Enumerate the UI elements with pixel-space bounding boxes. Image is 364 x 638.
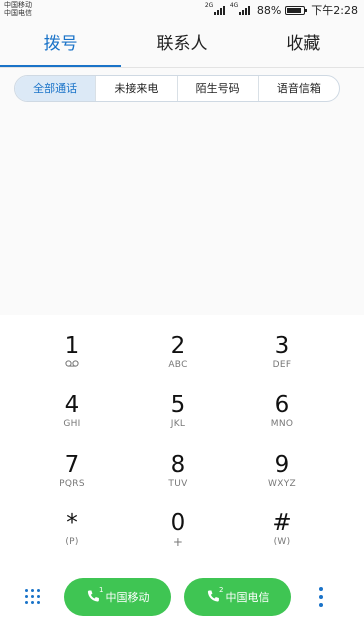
key-2[interactable]: 2 ABC bbox=[138, 332, 218, 371]
key-letters: DEF bbox=[272, 360, 292, 370]
key-digit: 4 bbox=[64, 392, 80, 418]
clock: 下午2:28 bbox=[311, 4, 358, 17]
signal-icon: 4G bbox=[230, 2, 250, 15]
key-letters: GHI bbox=[63, 419, 81, 429]
status-bar: 中国移动 中国电信 2G 4G 88% 下午2:28 bbox=[0, 0, 364, 20]
key-letters: PQRS bbox=[59, 479, 85, 489]
top-tabs: 拨号 联系人 收藏 bbox=[0, 22, 364, 66]
dialpad-grid-icon[interactable] bbox=[25, 589, 41, 605]
call-button-label: 中国电信 bbox=[225, 591, 270, 604]
battery-icon bbox=[285, 5, 308, 15]
phone-icon: 1 bbox=[86, 586, 104, 605]
divider bbox=[0, 67, 364, 68]
key-digit: 2 bbox=[170, 333, 186, 359]
key-3[interactable]: 3 DEF bbox=[242, 332, 322, 371]
dial-action-bar: 1 中国移动 2 中国电信 bbox=[0, 577, 364, 621]
key-digit: # bbox=[272, 510, 292, 536]
key-7[interactable]: 7 PQRS bbox=[32, 451, 112, 490]
more-vert-icon[interactable] bbox=[318, 587, 324, 609]
key-5[interactable]: 5 JKL bbox=[138, 391, 218, 430]
call-button-sim1[interactable]: 1 中国移动 bbox=[64, 578, 171, 616]
filter-voicemail[interactable]: 语音信箱 bbox=[257, 76, 339, 101]
key-9[interactable]: 9 WXYZ bbox=[242, 451, 322, 490]
key-digit: 3 bbox=[274, 333, 290, 359]
voicemail-icon bbox=[65, 360, 79, 367]
key-star[interactable]: * (P) bbox=[32, 509, 112, 548]
key-digit: * bbox=[66, 510, 78, 536]
key-letters: TUV bbox=[168, 479, 188, 489]
call-log-list bbox=[0, 110, 364, 315]
key-letters: JKL bbox=[170, 419, 186, 429]
carrier-2: 中国电信 bbox=[4, 9, 32, 17]
key-6[interactable]: 6 MNO bbox=[242, 391, 322, 430]
key-digit: 5 bbox=[170, 392, 186, 418]
key-letters: (P) bbox=[65, 537, 79, 547]
carrier-1: 中国移动 bbox=[4, 1, 32, 9]
tab-contacts[interactable]: 联系人 bbox=[121, 22, 242, 66]
filter-missed-calls[interactable]: 未接来电 bbox=[95, 76, 176, 101]
battery-percent: 88% bbox=[256, 3, 282, 17]
key-digit: 8 bbox=[170, 452, 186, 478]
key-letters: + bbox=[172, 535, 184, 549]
status-icons: 2G 4G 88% 下午2:28 bbox=[205, 2, 358, 17]
key-hash[interactable]: # (W) bbox=[242, 509, 322, 548]
key-letters: WXYZ bbox=[268, 479, 296, 489]
key-8[interactable]: 8 TUV bbox=[138, 451, 218, 490]
key-digit: 7 bbox=[64, 452, 80, 478]
key-4[interactable]: 4 GHI bbox=[32, 391, 112, 430]
key-letters: (W) bbox=[273, 537, 291, 547]
phone-icon: 2 bbox=[206, 586, 224, 605]
tab-favorites[interactable]: 收藏 bbox=[243, 22, 364, 66]
filter-unknown-numbers[interactable]: 陌生号码 bbox=[176, 76, 258, 101]
key-0[interactable]: 0 + bbox=[138, 509, 218, 548]
sim-index: 1 bbox=[99, 586, 104, 594]
key-letters: ABC bbox=[168, 360, 188, 370]
call-button-sim2[interactable]: 2 中国电信 bbox=[184, 578, 291, 616]
call-button-label: 中国移动 bbox=[105, 591, 150, 604]
filter-all-calls[interactable]: 全部通话 bbox=[15, 76, 96, 101]
key-digit: 0 bbox=[170, 510, 186, 536]
tab-dial[interactable]: 拨号 bbox=[0, 22, 121, 66]
key-digit: 6 bbox=[274, 392, 290, 418]
signal-icon: 2G bbox=[205, 2, 225, 15]
sim-index: 2 bbox=[219, 586, 224, 594]
key-1[interactable]: 1 bbox=[32, 332, 112, 371]
key-digit: 9 bbox=[274, 452, 290, 478]
key-letters: MNO bbox=[270, 419, 294, 429]
carrier-names: 中国移动 中国电信 bbox=[4, 1, 32, 17]
call-filter-segmented: 全部通话 未接来电 陌生号码 语音信箱 bbox=[14, 75, 340, 102]
key-digit: 1 bbox=[64, 333, 80, 359]
